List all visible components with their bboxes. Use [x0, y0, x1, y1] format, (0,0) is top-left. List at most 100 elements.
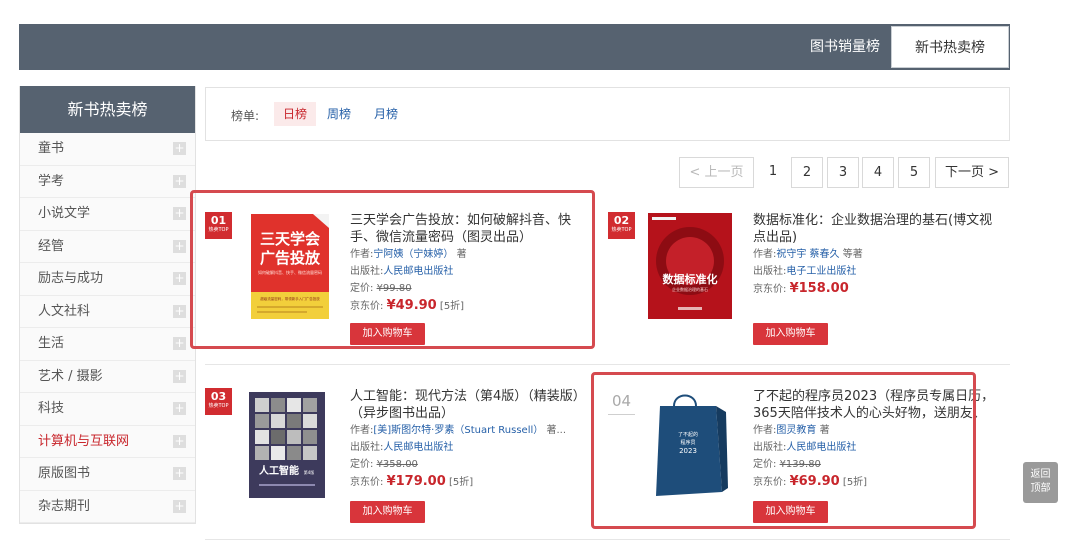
sidebar-item-children[interactable]: 童书 + — [20, 133, 195, 166]
sidebar-item-label: 学考 — [38, 173, 65, 189]
sidebar-item-humanities[interactable]: 人文社科 + — [20, 295, 195, 328]
sidebar-title: 新书热卖榜 — [20, 86, 195, 133]
sidebar-item-label: 小说文学 — [38, 206, 91, 221]
sidebar-item-original[interactable]: 原版图书 + — [20, 458, 195, 491]
cover-title: 数据标准化 — [663, 272, 718, 286]
sidebar-item-label: 经管 — [38, 238, 65, 254]
sidebar-item-label: 计算机与互联网 — [38, 433, 130, 449]
cover-image: 数据标准化 企业数据治理的基石 — [648, 213, 732, 319]
author-suffix: 著... — [546, 425, 567, 436]
author-label: 作者: — [753, 249, 777, 260]
book-list-price-row: 定价: ¥358.00 — [350, 456, 595, 473]
plus-icon[interactable]: + — [173, 142, 186, 155]
page-2[interactable]: 2 — [791, 157, 823, 188]
add-to-cart-button[interactable]: 加入购物车 — [753, 323, 828, 345]
plus-icon[interactable]: + — [173, 304, 186, 318]
cover-image: 人工智能 第4版 — [249, 392, 325, 498]
book-info: 人工智能：现代方法（第4版）（精装版）（异步图书出品） 作者:[美]斯图尔特·罗… — [350, 388, 595, 492]
sidebar-item-fiction[interactable]: 小说文学 + — [20, 198, 195, 231]
row-divider — [205, 539, 1010, 540]
filter-daily[interactable]: 日榜 — [274, 102, 317, 126]
sidebar-item-label: 童书 — [38, 141, 65, 156]
sidebar-item-tech[interactable]: 科技 + — [20, 393, 195, 426]
plus-icon[interactable]: + — [173, 434, 186, 448]
rank-sub: 热卖TOP — [208, 403, 229, 409]
author-link[interactable]: [美]斯图尔特·罗素（Stuart Russell） — [373, 425, 543, 436]
back-top-text-1: 返回 — [1030, 469, 1051, 480]
plus-icon[interactable]: + — [173, 402, 186, 415]
publisher-link[interactable]: 电子工业出版社 — [786, 266, 856, 277]
author-label: 作者: — [350, 425, 374, 436]
row-divider — [205, 364, 1010, 365]
add-to-cart-button[interactable]: 加入购物车 — [350, 501, 425, 523]
ranking-filter: 榜单: 日榜 周榜 月榜 — [205, 87, 1010, 141]
plus-icon[interactable]: + — [173, 272, 186, 285]
sidebar-item-self-help[interactable]: 励志与成功 + — [20, 263, 195, 296]
sidebar-item-exam[interactable]: 学考 + — [20, 165, 195, 198]
filter-weekly[interactable]: 周榜 — [318, 102, 360, 126]
back-to-top-button[interactable]: 返回 顶部 — [1023, 462, 1058, 503]
highlight-box — [591, 372, 976, 529]
plus-icon[interactable]: + — [173, 369, 186, 383]
sidebar-item-label: 杂志期刊 — [38, 498, 91, 514]
book-title[interactable]: 数据标准化：企业数据治理的基石(博文视点出品) — [753, 212, 998, 246]
list-price-label: 定价: — [350, 459, 374, 470]
page-3[interactable]: 3 — [827, 157, 859, 188]
rank-number: 02 — [613, 214, 630, 227]
filter-monthly[interactable]: 月榜 — [365, 102, 407, 126]
sidebar-item-label: 励志与成功 — [38, 271, 104, 286]
plus-icon[interactable]: + — [173, 239, 186, 253]
publisher-link[interactable]: 人民邮电出版社 — [383, 442, 453, 453]
sidebar-item-label: 生活 — [38, 336, 65, 351]
category-sidebar: 新书热卖榜 童书 + 学考 + 小说文学 + 经管 + 励志与成功 + 人文社科 + 生活 +… — [19, 86, 196, 524]
sidebar-item-magazine[interactable]: 杂志期刊 + — [20, 490, 195, 523]
prev-page-button[interactable]: < 上一页 — [679, 157, 754, 188]
book-publisher-row: 出版社:电子工业出版社 — [753, 263, 998, 280]
plus-icon[interactable]: + — [173, 499, 186, 513]
author-link[interactable]: 祝守宇 蔡春久 — [776, 249, 839, 260]
publisher-label: 出版社: — [350, 442, 384, 453]
jd-price-label: 京东价: — [753, 284, 787, 295]
page-4[interactable]: 4 — [862, 157, 894, 188]
filter-label: 榜单: — [231, 109, 260, 123]
jd-price-label: 京东价: — [350, 477, 384, 488]
page-1[interactable]: 1 — [758, 157, 788, 188]
book-author-row: 作者:祝守宇 蔡春久 等著 — [753, 246, 998, 263]
book-cover[interactable]: 数据标准化 企业数据治理的基石 — [648, 213, 732, 319]
plus-icon[interactable]: + — [173, 467, 186, 480]
sidebar-item-art[interactable]: 艺术 / 摄影 + — [20, 360, 195, 393]
book-item-3: 03 热卖TOP 人工智能 第4版 人工智能：现代方法（第4版）（精装版）（异步图… — [205, 388, 595, 538]
book-jd-price-row: 京东价: ¥179.00 [5折] — [350, 473, 595, 492]
top-bar: 图书销量榜 新书热卖榜 — [19, 24, 1010, 70]
cover-subtitle: 企业数据治理的基石 — [672, 286, 708, 292]
sidebar-item-label: 科技 — [38, 401, 65, 416]
next-page-button[interactable]: 下一页 > — [935, 157, 1009, 188]
cover-edition: 第4版 — [304, 469, 315, 475]
jd-price: ¥179.00 — [386, 474, 446, 489]
sidebar-item-computer[interactable]: 计算机与互联网 + — [20, 425, 195, 458]
plus-icon[interactable]: + — [173, 207, 186, 220]
book-item-2: 02 热卖TOP 数据标准化 企业数据治理的基石 数据标准化：企业数据治理的基石(… — [608, 212, 1008, 362]
book-title[interactable]: 人工智能：现代方法（第4版）（精装版）（异步图书出品） — [350, 388, 595, 422]
sidebar-item-life[interactable]: 生活 + — [20, 328, 195, 361]
sidebar-item-business[interactable]: 经管 + — [20, 230, 195, 263]
page-5[interactable]: 5 — [898, 157, 930, 188]
tab-sales-rank[interactable]: 图书销量榜 — [799, 24, 891, 70]
tab-new-hot[interactable]: 新书热卖榜 — [891, 26, 1009, 68]
back-top-text-2: 顶部 — [1030, 483, 1051, 494]
sidebar-item-label: 原版图书 — [38, 466, 91, 481]
rank-sub: 热卖TOP — [611, 227, 632, 233]
rank-badge: 03 热卖TOP — [205, 388, 232, 415]
plus-icon[interactable]: + — [173, 337, 186, 350]
highlight-box — [190, 190, 595, 349]
sidebar-item-label: 艺术 / 摄影 — [38, 368, 103, 384]
book-publisher-row: 出版社:人民邮电出版社 — [350, 439, 595, 456]
book-cover[interactable]: 人工智能 第4版 — [249, 392, 325, 498]
publisher-label: 出版社: — [753, 266, 787, 277]
rank-number: 03 — [210, 390, 227, 403]
cover-title: 人工智能 — [259, 464, 299, 477]
plus-icon[interactable]: + — [173, 174, 186, 188]
list-price: ¥358.00 — [376, 459, 418, 470]
discount: [5折] — [448, 477, 474, 488]
sidebar-item-label: 人文社科 — [38, 303, 91, 319]
